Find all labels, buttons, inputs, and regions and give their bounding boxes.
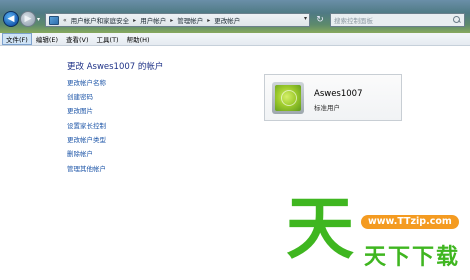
back-arrow-icon: ◀ xyxy=(7,14,15,24)
search-box[interactable]: 搜索控制面板 xyxy=(330,13,465,27)
page-title: 更改 Aswes1007 的帐户 xyxy=(67,62,164,72)
menu-tools[interactable]: 工具(T) xyxy=(93,33,123,45)
menu-edit[interactable]: 编辑(E) xyxy=(32,33,62,45)
breadcrumb-separator-icon[interactable]: ▸ xyxy=(168,17,175,24)
menu-view[interactable]: 查看(V) xyxy=(62,33,93,45)
link-parental-controls[interactable]: 设置家长控制 xyxy=(67,122,106,136)
breadcrumb-change-account[interactable]: 更改帐户 xyxy=(212,15,242,25)
user-picture-icon xyxy=(275,85,301,111)
menu-help[interactable]: 帮助(H) xyxy=(123,33,154,45)
link-change-account-name[interactable]: 更改帐户名称 xyxy=(67,79,106,93)
control-panel-icon xyxy=(49,15,59,25)
task-links: 更改帐户名称 创建密码 更改图片 设置家长控制 更改帐户类型 删除帐户 xyxy=(67,79,106,164)
watermark-url: www.TTzip.com xyxy=(361,215,459,229)
search-icon[interactable] xyxy=(453,16,461,24)
link-create-password[interactable]: 创建密码 xyxy=(67,93,106,107)
breadcrumb-manage-accounts[interactable]: 管理帐户 xyxy=(175,15,205,25)
breadcrumb-separator-icon[interactable]: ▸ xyxy=(131,17,138,24)
menu-bar: 文件(F) 编辑(E) 查看(V) 工具(T) 帮助(H) xyxy=(0,33,470,46)
link-change-account-type[interactable]: 更改帐户类型 xyxy=(67,136,106,150)
avatar xyxy=(272,82,304,114)
recent-pages-chevron-icon[interactable]: ▾ xyxy=(37,16,40,23)
link-change-picture[interactable]: 更改图片 xyxy=(67,107,106,121)
breadcrumb-family-safety[interactable]: 用户帐户和家庭安全 xyxy=(69,15,132,25)
link-delete-account[interactable]: 删除帐户 xyxy=(67,150,106,164)
back-button[interactable]: ◀ xyxy=(3,11,19,27)
link-manage-other-accounts[interactable]: 管理其他帐户 xyxy=(67,165,106,179)
forward-arrow-icon: ▶ xyxy=(24,14,32,24)
user-account-card: Aswes1007 标准用户 xyxy=(264,74,402,121)
breadcrumb-user-accounts[interactable]: 用户帐户 xyxy=(138,15,168,25)
refresh-icon: ↻ xyxy=(316,15,324,25)
watermark-logo-glyph: 天 xyxy=(286,190,355,269)
refresh-button[interactable]: ↻ xyxy=(314,13,326,27)
menu-file[interactable]: 文件(F) xyxy=(2,33,32,45)
forward-button[interactable]: ▶ xyxy=(20,11,36,27)
search-placeholder[interactable]: 搜索控制面板 xyxy=(334,15,373,25)
address-dropdown-icon[interactable]: ▾ xyxy=(304,15,307,22)
user-role: 标准用户 xyxy=(314,104,340,112)
breadcrumb-separator-icon[interactable]: ▸ xyxy=(205,17,212,24)
user-name: Aswes1007 xyxy=(314,89,363,99)
address-bar[interactable]: « 用户帐户和家庭安全 ▸ 用户帐户 ▸ 管理帐户 ▸ 更改帐户 ▾ xyxy=(45,13,310,27)
watermark-text: 天下下载 xyxy=(364,245,461,270)
address-overflow[interactable]: « xyxy=(61,17,69,24)
window-title-bar: ◀ ▶ ▾ « 用户帐户和家庭安全 ▸ 用户帐户 ▸ 管理帐户 ▸ 更改帐户 ▾… xyxy=(0,0,470,33)
